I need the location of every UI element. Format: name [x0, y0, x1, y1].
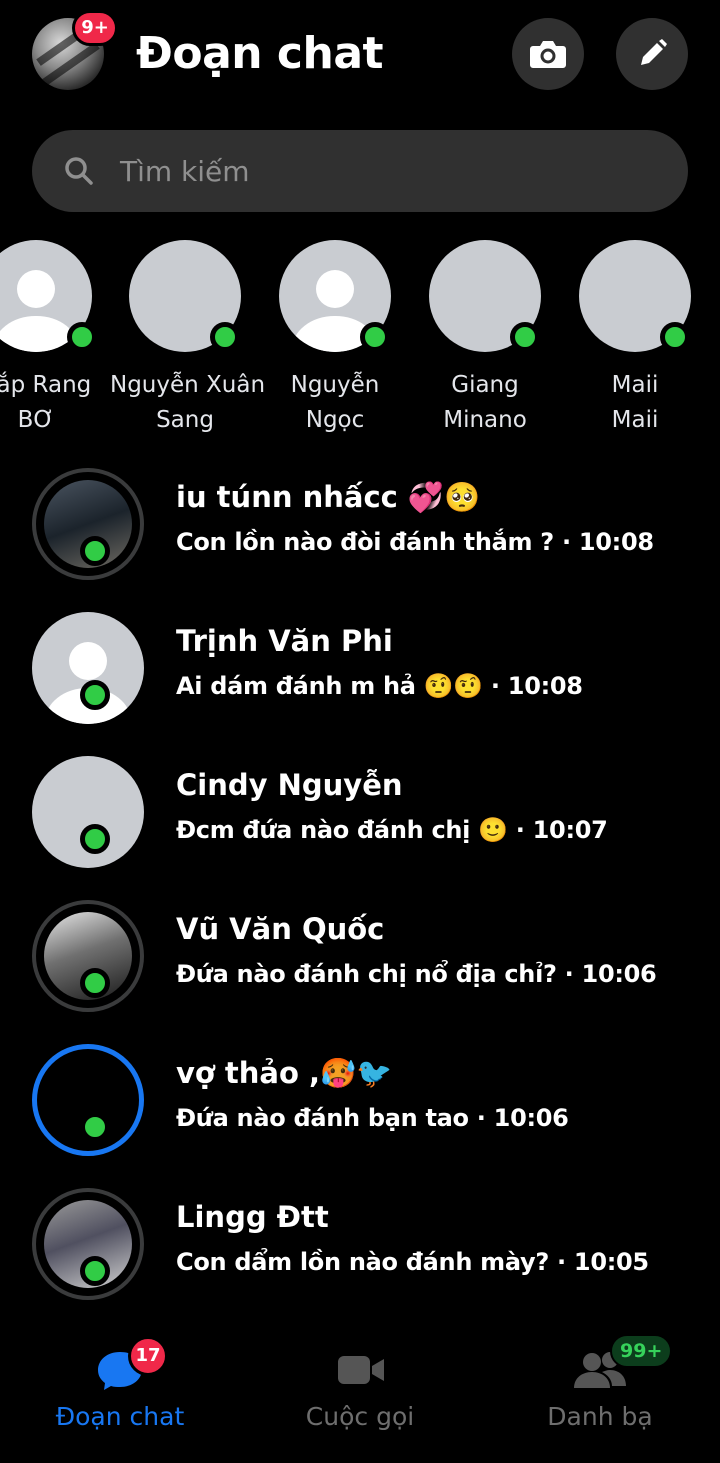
search-icon [65, 157, 93, 185]
chats-badge: 17 [128, 1336, 168, 1376]
online-indicator [510, 322, 540, 352]
story-name: Bắp RangBƠ [0, 372, 92, 433]
story-name: Nguyễn Xuân Sang [110, 372, 266, 433]
story-item[interactable]: Maii Maii [560, 240, 710, 438]
conversation-row[interactable]: Cindy Nguyễn Đcm đứa nào đánh chị 🙂 · 10… [0, 744, 720, 874]
conversation-row[interactable]: Lingg Đtt Con dẩm lồn nào đánh mày? · 10… [0, 1176, 720, 1306]
conversation-row[interactable]: Vũ Văn Quốc Đứa nào đánh chị nổ địa chỉ?… [0, 888, 720, 1018]
search-placeholder: Tìm kiếm [120, 154, 250, 188]
active-friends-row[interactable]: Bắp RangBƠ Nguyễn XuânSang NguyễnNgọc Gi… [0, 238, 720, 438]
story-item[interactable]: Nguyễn Xuân Sang [110, 240, 266, 438]
online-indicator [67, 322, 97, 352]
conversation-preview: Con lồn nào đòi đánh thắm ? · 10:08 [176, 528, 654, 556]
tab-people[interactable]: 99+ Danh bạ [480, 1320, 720, 1460]
page-title: Đoạn chat [136, 28, 384, 79]
conversation-row[interactable]: Trịnh Văn Phi Ai dám đánh m hả 🤨🤨 · 10:0… [0, 600, 720, 730]
online-indicator [660, 322, 690, 352]
video-camera-icon [338, 1356, 384, 1384]
online-indicator [80, 824, 110, 854]
profile-notification-badge: 9+ [72, 10, 118, 46]
conversation-preview: Đứa nào đánh bạn tao · 10:06 [176, 1104, 569, 1132]
online-indicator [80, 1256, 110, 1286]
conversation-preview: Ai dám đánh m hả 🤨🤨 · 10:08 [176, 672, 583, 700]
story-item[interactable]: Bắp RangBƠ [0, 240, 111, 438]
conversation-name: iu túnn nhấcc 💞🥺 [176, 480, 481, 514]
pencil-icon [641, 39, 667, 65]
header: 9+ Đoạn chat [0, 0, 720, 110]
story-name: Giang Minano [443, 372, 527, 433]
conversation-name: Cindy Nguyễn [176, 768, 403, 802]
story-item[interactable]: Nguyễn Ngọc [260, 240, 410, 438]
tab-label: Cuộc gọi [305, 1402, 415, 1431]
online-indicator [80, 536, 110, 566]
conversation-row[interactable]: vợ thảo ,🥵🐦 Đứa nào đánh bạn tao · 10:06 [0, 1032, 720, 1162]
camera-button[interactable] [512, 18, 584, 90]
tab-calls[interactable]: Cuộc gọi [240, 1320, 480, 1460]
conversation-preview: Con dẩm lồn nào đánh mày? · 10:05 [176, 1248, 649, 1276]
conversation-row[interactable]: iu túnn nhấcc 💞🥺 Con lồn nào đòi đánh th… [0, 456, 720, 586]
conversation-name: Trịnh Văn Phi [176, 624, 393, 658]
conversation-name: Vũ Văn Quốc [176, 912, 385, 946]
new-message-button[interactable] [616, 18, 688, 90]
conversation-preview: Đứa nào đánh chị nổ địa chỉ? · 10:06 [176, 960, 657, 988]
tab-chats[interactable]: 17 Đoạn chat [0, 1320, 240, 1460]
online-indicator [210, 322, 240, 352]
story-name: Maii Maii [611, 372, 659, 433]
tab-label: Đoạn chat [55, 1402, 185, 1431]
bottom-navigation: 17 Đoạn chat Cuộc gọi 99+ Danh bạ [0, 1320, 720, 1463]
camera-icon [530, 41, 566, 68]
online-indicator [80, 680, 110, 710]
search-input[interactable]: Tìm kiếm [32, 130, 688, 212]
story-item[interactable]: Giang Minano [410, 240, 560, 438]
conversation-name: Lingg Đtt [176, 1200, 329, 1234]
conversation-name: vợ thảo ,🥵🐦 [176, 1056, 393, 1090]
conversation-preview: Đcm đứa nào đánh chị 🙂 · 10:07 [176, 816, 608, 844]
tab-label: Danh bạ [547, 1402, 653, 1431]
online-indicator [360, 322, 390, 352]
contacts-badge: 99+ [610, 1334, 673, 1368]
online-indicator [80, 1112, 110, 1142]
online-indicator [80, 968, 110, 998]
story-name: Nguyễn Ngọc [290, 372, 380, 433]
